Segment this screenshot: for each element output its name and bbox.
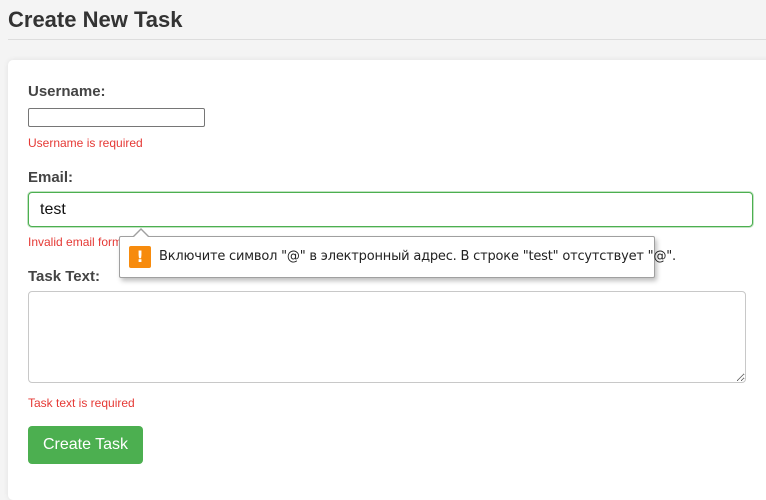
email-input[interactable] <box>28 192 753 227</box>
title-divider <box>8 39 766 40</box>
task-text-input[interactable] <box>28 291 746 383</box>
username-label: Username: <box>28 83 106 100</box>
page-title: Create New Task <box>8 7 183 32</box>
username-error: Username is required <box>28 136 143 150</box>
warning-icon: ! <box>129 246 151 268</box>
task-text-label: Task Text: <box>28 268 100 285</box>
task-text-error: Task text is required <box>28 396 135 410</box>
create-task-button[interactable]: Create Task <box>28 426 143 464</box>
tooltip-message: Включите символ "@" в электронный адрес.… <box>159 249 676 264</box>
validation-tooltip: ! Включите символ "@" в электронный адре… <box>119 228 676 278</box>
email-label: Email: <box>28 169 74 186</box>
username-input[interactable] <box>28 108 205 127</box>
email-error: Invalid email format <box>28 235 133 249</box>
